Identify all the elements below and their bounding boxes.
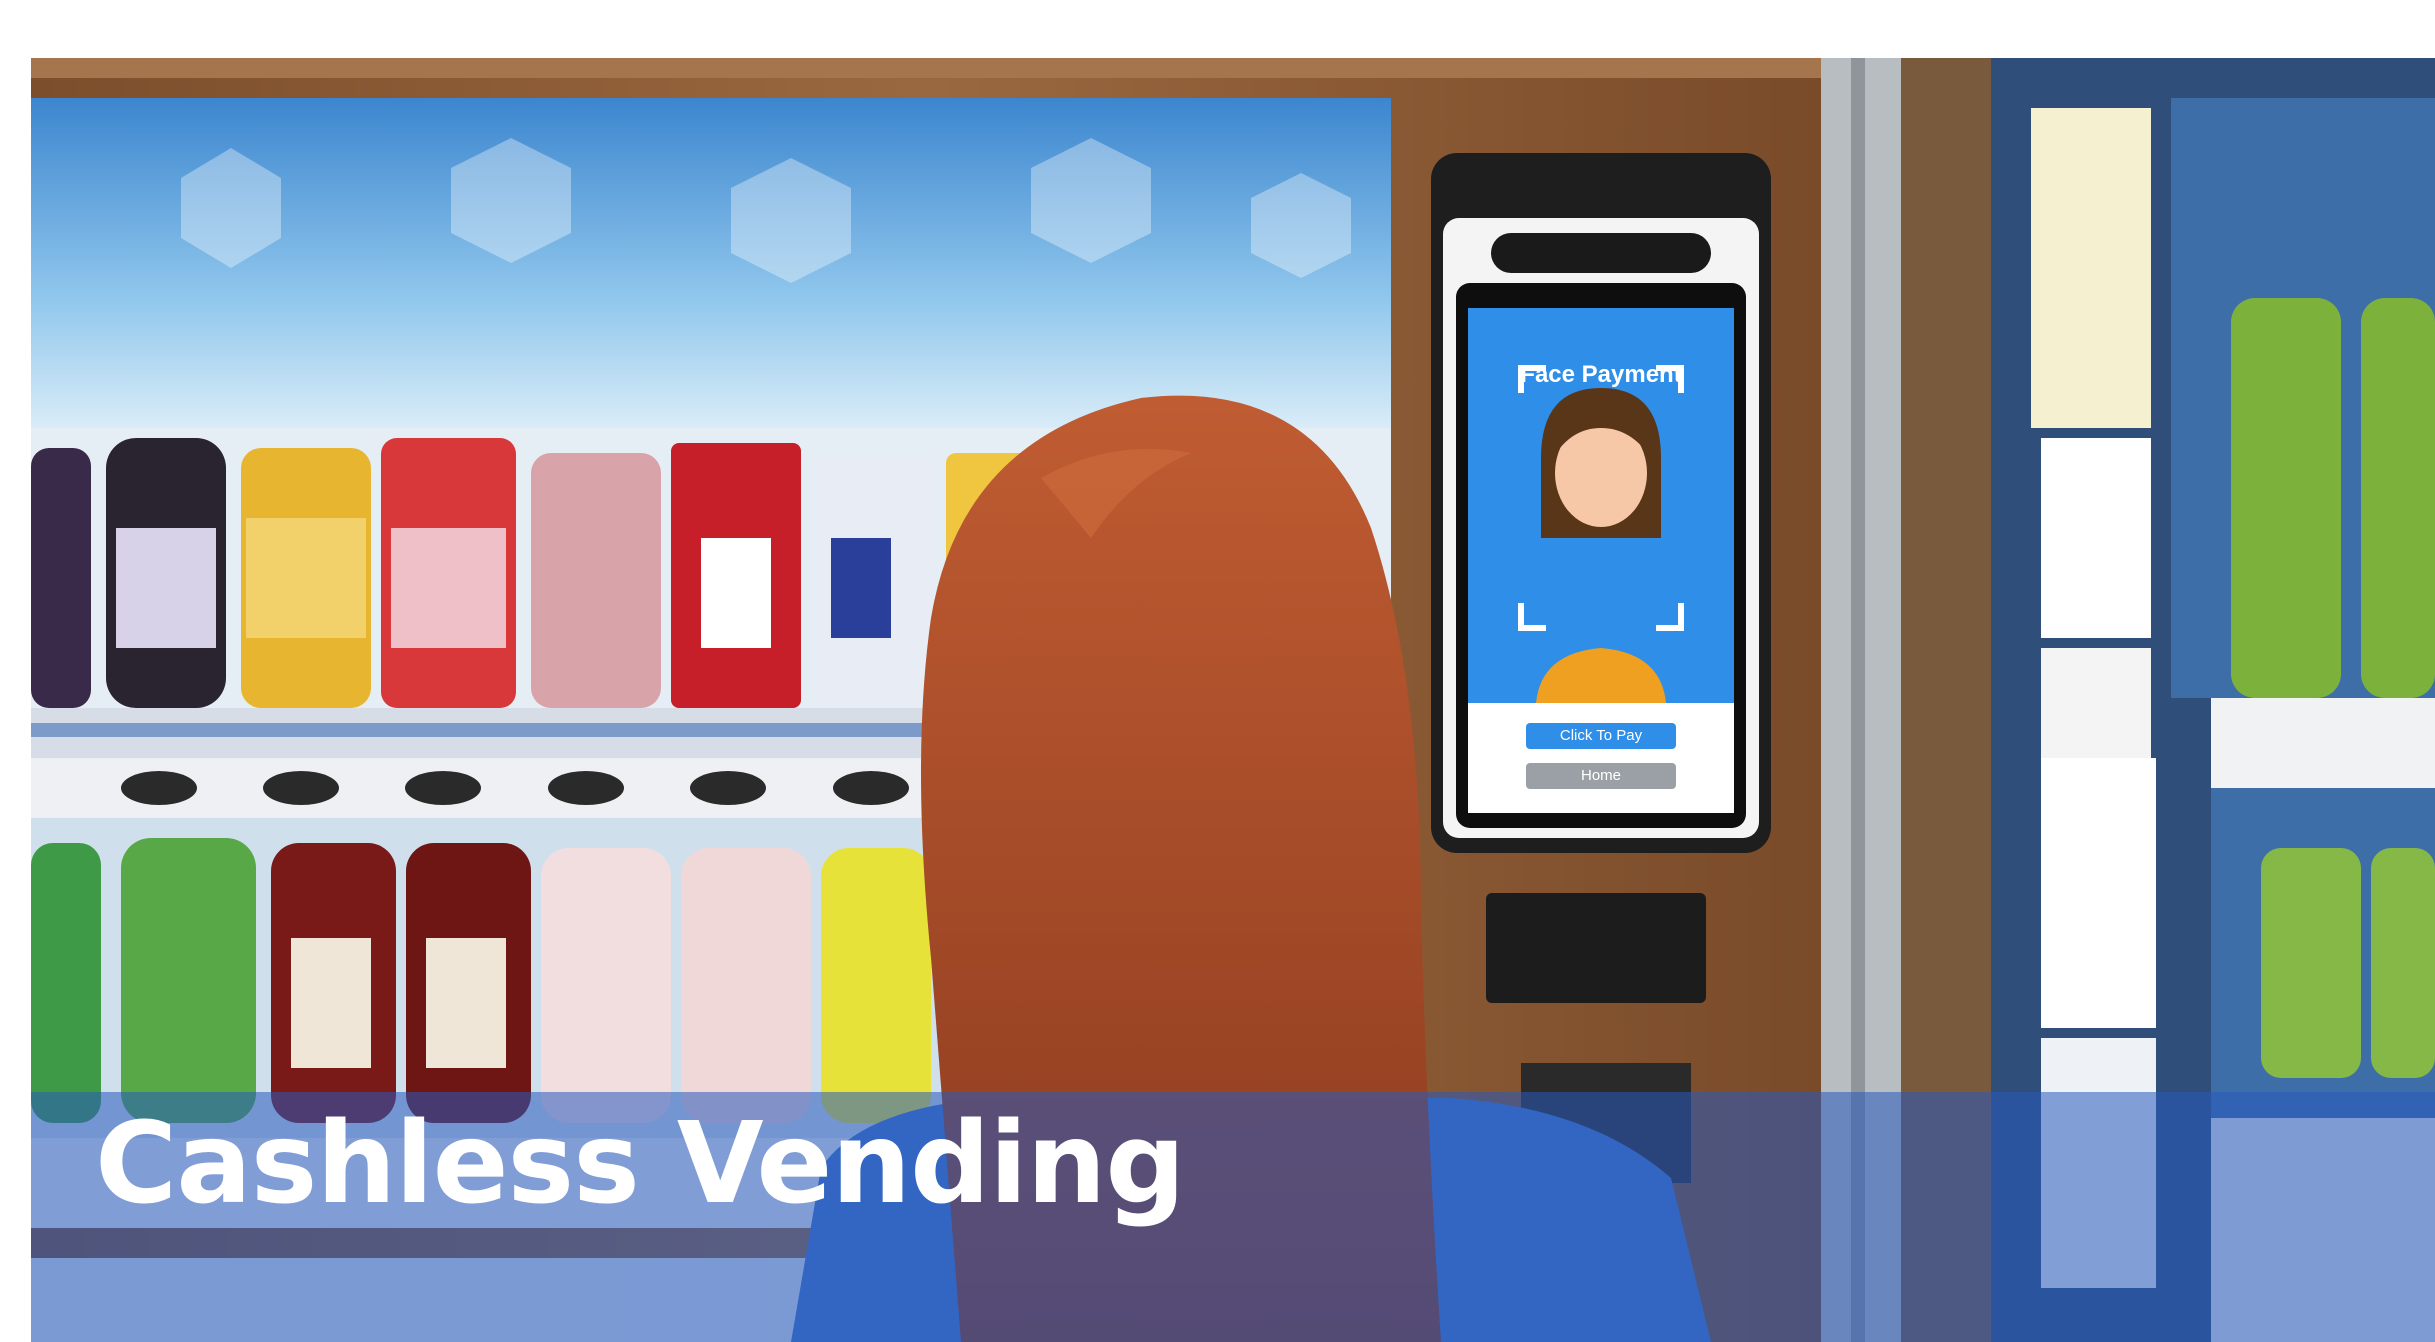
click-to-pay-button[interactable]: Click To Pay [1526,723,1676,749]
kiosk-screen-title: Face Payment [1520,361,1682,388]
caption-title: Cashless Vending [95,1099,1186,1229]
home-button[interactable]: Home [1526,763,1676,789]
